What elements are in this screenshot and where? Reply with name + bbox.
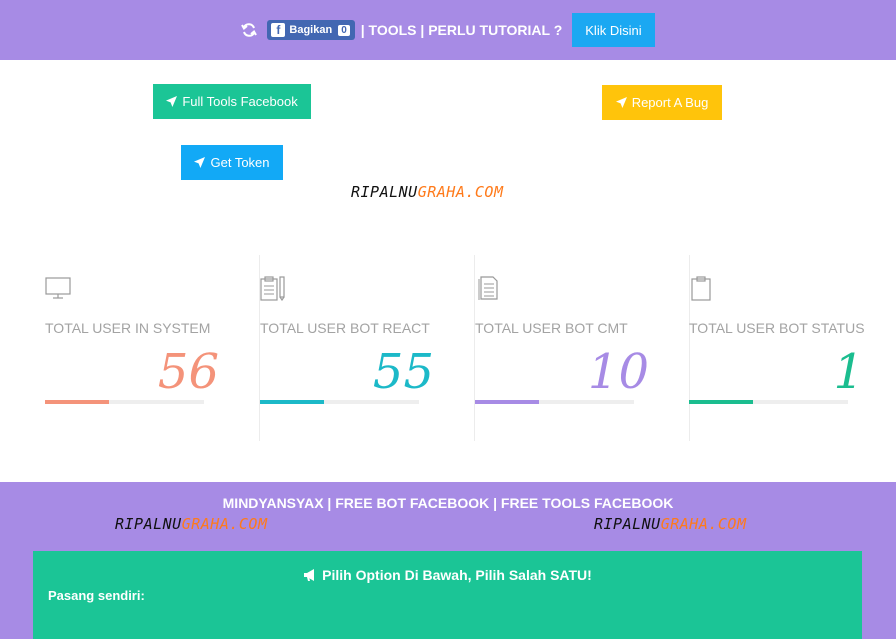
footer-title: MINDYANSYAX | FREE BOT FACEBOOK | FREE T… [222, 495, 674, 511]
stat-total-user-bot-react: TOTAL USER BOT REACT 55 [260, 255, 475, 441]
stat-label: TOTAL USER BOT CMT [475, 320, 628, 336]
get-token-label: Get Token [210, 155, 270, 170]
report-bug-button[interactable]: Report A Bug [602, 85, 722, 120]
brand-logo-right: RIPALNUGRAHA.COM [594, 515, 747, 533]
report-bug-label: Report A Bug [631, 95, 709, 110]
top-banner: f Bagikan 0 | TOOLS | PERLU TUTORIAL ? K… [0, 0, 896, 60]
share-count: 0 [338, 24, 350, 36]
option-panel: Pilih Option Di Bawah, Pilih Salah SATU!… [33, 551, 862, 639]
klik-disini-button[interactable]: Klik Disini [572, 13, 655, 47]
stat-total-user-bot-status: TOTAL USER BOT STATUS 1 [689, 255, 896, 441]
facebook-share-button[interactable]: f Bagikan 0 [267, 20, 355, 40]
stat-progress-fill [260, 400, 324, 404]
stat-label: TOTAL USER BOT STATUS [689, 320, 865, 336]
stat-progress-track [475, 400, 634, 404]
full-tools-label: Full Tools Facebook [182, 94, 298, 109]
send-arrow-icon [166, 96, 178, 107]
stat-total-user-bot-cmt: TOTAL USER BOT CMT 10 [475, 255, 690, 441]
send-arrow-icon [194, 157, 206, 168]
panel-title: Pilih Option Di Bawah, Pilih Salah SATU! [33, 567, 862, 583]
stat-total-user-system: TOTAL USER IN SYSTEM 56 [45, 255, 260, 441]
get-token-button[interactable]: Get Token [181, 145, 283, 180]
stat-progress-track [689, 400, 848, 404]
stat-progress-fill [689, 400, 753, 404]
stat-value: 10 [587, 344, 649, 400]
page: f Bagikan 0 | TOOLS | PERLU TUTORIAL ? K… [0, 0, 896, 639]
brand-logo-left: RIPALNUGRAHA.COM [115, 515, 268, 533]
stat-progress-track [45, 400, 204, 404]
megaphone-icon [304, 569, 315, 581]
footer-section: MINDYANSYAX | FREE BOT FACEBOOK | FREE T… [0, 482, 896, 639]
stat-progress-fill [475, 400, 539, 404]
share-label: Bagikan [289, 24, 333, 36]
clipboard-pencil-icon [260, 276, 285, 301]
clipboard-icon [691, 276, 711, 301]
panel-subtitle: Pasang sendiri: [48, 588, 145, 603]
monitor-icon [45, 277, 71, 299]
topbar-text: | TOOLS | PERLU TUTORIAL ? [360, 22, 563, 38]
brand-logo: RIPALNUGRAHA.COM [351, 183, 504, 201]
refresh-icon[interactable] [241, 22, 258, 38]
stat-label: TOTAL USER BOT REACT [260, 320, 430, 336]
facebook-icon: f [271, 23, 286, 37]
stat-label: TOTAL USER IN SYSTEM [45, 320, 211, 336]
stat-progress-fill [45, 400, 109, 404]
send-arrow-icon [615, 97, 627, 108]
stat-progress-track [260, 400, 419, 404]
panel-title-text: Pilih Option Di Bawah, Pilih Salah SATU! [322, 567, 592, 583]
full-tools-facebook-button[interactable]: Full Tools Facebook [153, 84, 311, 119]
stat-value: 56 [157, 344, 219, 400]
document-icon [478, 276, 498, 300]
stat-value: 55 [372, 344, 434, 400]
stat-value: 1 [833, 344, 864, 400]
